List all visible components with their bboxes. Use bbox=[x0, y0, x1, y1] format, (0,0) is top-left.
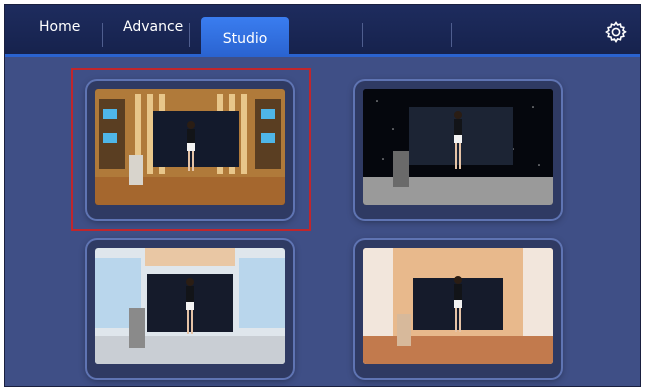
tab-divider bbox=[451, 23, 452, 47]
studio-thumbnail-4[interactable] bbox=[355, 240, 561, 378]
tab-divider bbox=[102, 23, 103, 47]
gear-icon[interactable] bbox=[604, 20, 628, 44]
tab-advance[interactable]: Advance bbox=[123, 19, 183, 35]
studio-preview-office bbox=[95, 248, 285, 364]
selected-studio-highlight bbox=[71, 68, 311, 231]
tab-studio[interactable]: Studio bbox=[201, 17, 289, 57]
tab-home[interactable]: Home bbox=[39, 19, 80, 35]
tab-divider bbox=[189, 23, 190, 47]
app-frame: Home Advance Studio bbox=[4, 4, 641, 387]
tab-studio-label: Studio bbox=[222, 31, 268, 47]
top-nav-bar: Home Advance Studio bbox=[5, 5, 640, 57]
studio-thumbnail-3[interactable] bbox=[87, 240, 293, 378]
studio-preview-warm bbox=[363, 248, 553, 364]
studio-thumbnail-2[interactable] bbox=[355, 81, 561, 219]
studio-preview-space bbox=[363, 89, 553, 205]
tab-divider bbox=[362, 23, 363, 47]
